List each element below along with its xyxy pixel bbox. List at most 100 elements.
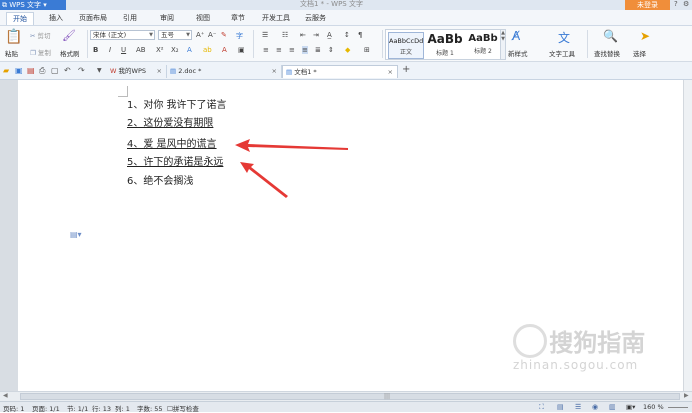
doc-tab-document1[interactable]: ▤ 文档1 * × xyxy=(282,65,398,78)
text-tools-label[interactable]: 文字工具 xyxy=(549,48,575,58)
char-shading-icon[interactable]: ▣ xyxy=(238,46,245,54)
zoom-level[interactable]: 160 % xyxy=(643,403,664,411)
app-menu-button[interactable]: ⧉ WPS 文字 ▾ xyxy=(0,0,66,10)
align-left-icon[interactable]: ≡ xyxy=(263,46,269,54)
tab-references[interactable]: 引用 xyxy=(123,13,137,23)
decrease-indent-icon[interactable]: ⇤ xyxy=(300,31,306,39)
wps-logo-icon: W xyxy=(110,67,117,75)
shrink-font-icon[interactable]: A⁻ xyxy=(208,31,216,39)
vertical-scrollbar[interactable] xyxy=(683,80,692,391)
settings-icon[interactable]: ⚙ xyxy=(683,0,689,9)
redo-icon[interactable]: ↷ xyxy=(78,66,85,75)
paste-button[interactable]: 📋 xyxy=(5,29,22,45)
text-tools-button[interactable]: 文 xyxy=(558,29,570,46)
tab-developer[interactable]: 开发工具 xyxy=(262,13,290,23)
numbered-list-icon[interactable]: ☷ xyxy=(282,31,288,39)
document-page[interactable]: 1、对你 我许下了诺言 2、这份爱没有期限 4、爱 是风中的谎言 5、许下的承诺… xyxy=(18,80,683,391)
status-bar: 页码: 1 页面: 1/1 节: 1/1 行: 13 列: 1 字数: 55 ☐… xyxy=(0,401,692,413)
focus-mode-icon[interactable]: ⛶ xyxy=(539,403,544,412)
scroll-left-icon[interactable]: ◀ xyxy=(3,392,8,399)
paste-label[interactable]: 粘贴 xyxy=(5,48,18,58)
tab-chapter[interactable]: 章节 xyxy=(231,13,245,23)
print-icon[interactable]: ⎙ xyxy=(39,66,45,75)
strikethrough-icon[interactable]: AB xyxy=(136,46,146,54)
chinese-layout-icon[interactable]: A̲ xyxy=(327,31,332,39)
close-icon[interactable]: × xyxy=(272,65,277,77)
font-color-icon[interactable]: A xyxy=(222,46,227,54)
chevron-down-icon: ▼ xyxy=(186,32,190,38)
new-tab-button[interactable]: + xyxy=(402,65,410,75)
new-style-label[interactable]: 新样式 xyxy=(508,48,528,58)
style-heading-2[interactable]: AaBb 标题 2 xyxy=(465,32,501,59)
style-heading-1[interactable]: AaBb 标题 1 xyxy=(426,32,464,59)
web-view-icon[interactable]: ◉ xyxy=(592,403,598,411)
folder-open-icon[interactable]: ▰ xyxy=(3,66,9,75)
shading-icon[interactable]: ◆ xyxy=(345,46,350,54)
gallery-scroll[interactable]: ▲ ▼ xyxy=(500,30,505,59)
grow-font-icon[interactable]: A⁺ xyxy=(196,31,204,39)
login-button[interactable]: 未登录 xyxy=(625,0,670,10)
help-icon[interactable]: ? xyxy=(674,0,678,9)
line-spacing-icon[interactable]: ⇕ xyxy=(328,46,334,54)
font-name-select[interactable]: 宋体 (正文) ▼ xyxy=(90,30,155,40)
underline-icon[interactable]: U xyxy=(121,46,126,54)
scissors-icon: ✂ xyxy=(30,32,36,40)
align-center-icon[interactable]: ≡ xyxy=(276,46,282,54)
format-painter-label[interactable]: 格式刷 xyxy=(60,48,80,58)
show-marks-icon[interactable]: ¶ xyxy=(358,31,362,39)
zoom-dropdown-icon[interactable]: ▣▾ xyxy=(626,403,635,411)
customize-dropdown-icon[interactable]: ▼ xyxy=(97,66,102,75)
tab-insert[interactable]: 插入 xyxy=(49,13,63,23)
doc-file-icon: ▤ xyxy=(286,68,293,76)
close-icon[interactable]: × xyxy=(388,66,393,78)
copy-button[interactable]: ❐ 复制 xyxy=(30,47,51,57)
horizontal-scrollbar[interactable]: ◀ ||| ▶ xyxy=(0,391,692,401)
scrollbar-thumb[interactable]: ||| xyxy=(20,393,680,400)
select-label[interactable]: 选择 xyxy=(633,48,646,58)
text-effect-icon[interactable]: A xyxy=(187,46,192,54)
pdf-export-icon[interactable]: ▤ xyxy=(27,66,35,75)
style-normal[interactable]: AaBbCcDd 正文 xyxy=(388,32,424,59)
doc-tab-2-doc[interactable]: ▤ 2.doc * × xyxy=(167,65,282,78)
print-preview-icon[interactable]: ▢ xyxy=(51,66,59,75)
bold-icon[interactable]: B xyxy=(93,46,98,54)
bullet-list-icon[interactable]: ☰ xyxy=(262,31,268,39)
select-button[interactable]: ➤ xyxy=(640,29,650,43)
highlight-icon[interactable]: ab xyxy=(203,46,212,54)
tab-view[interactable]: 视图 xyxy=(196,13,210,23)
superscript-icon[interactable]: X² xyxy=(156,46,164,54)
border-icon[interactable]: ⊞ xyxy=(364,46,370,54)
undo-icon[interactable]: ↶ xyxy=(64,66,71,75)
sogou-logo-icon xyxy=(513,323,547,358)
page-view-icon[interactable]: ▤ xyxy=(557,403,564,411)
tab-home[interactable]: 开始 xyxy=(6,12,34,25)
clear-format-icon[interactable]: ✎ xyxy=(221,31,227,39)
copy-label: 复制 xyxy=(37,49,51,57)
zoom-slider[interactable] xyxy=(668,407,688,408)
format-painter-button[interactable]: 🖌 xyxy=(62,29,76,42)
tab-page-layout[interactable]: 页面布局 xyxy=(79,13,107,23)
scroll-right-icon[interactable]: ▶ xyxy=(684,392,689,399)
distributed-icon[interactable]: ≣ xyxy=(315,46,321,54)
read-view-icon[interactable]: ▥ xyxy=(609,403,616,411)
doc-tab-my-wps[interactable]: W 我的WPS × xyxy=(107,65,167,78)
new-style-button[interactable]: A̸ xyxy=(512,29,520,43)
tab-review[interactable]: 审阅 xyxy=(160,13,174,23)
align-right-icon[interactable]: ≡ xyxy=(289,46,295,54)
justify-icon[interactable]: ≡ xyxy=(302,46,308,54)
italic-icon[interactable]: I xyxy=(109,46,111,54)
increase-indent-icon[interactable]: ⇥ xyxy=(313,31,319,39)
find-replace-label[interactable]: 查找替换 xyxy=(594,48,620,58)
find-replace-button[interactable]: 🔍 xyxy=(603,29,618,43)
subscript-icon[interactable]: X₂ xyxy=(171,46,179,54)
font-size-select[interactable]: 五号 ▼ xyxy=(158,30,192,40)
outline-view-icon[interactable]: ☰ xyxy=(575,403,581,411)
close-icon[interactable]: × xyxy=(157,65,162,77)
tab-cloud-services[interactable]: 云服务 xyxy=(305,13,326,23)
cut-button[interactable]: ✂ 剪切 xyxy=(30,30,51,40)
app-name: WPS 文字 xyxy=(9,1,42,9)
pinyin-guide-icon[interactable]: 字 xyxy=(236,31,243,41)
save-icon[interactable]: ▣ xyxy=(15,66,23,75)
sort-icon[interactable]: ↕ xyxy=(344,31,350,39)
doc-tab-label: 2.doc * xyxy=(178,67,202,75)
